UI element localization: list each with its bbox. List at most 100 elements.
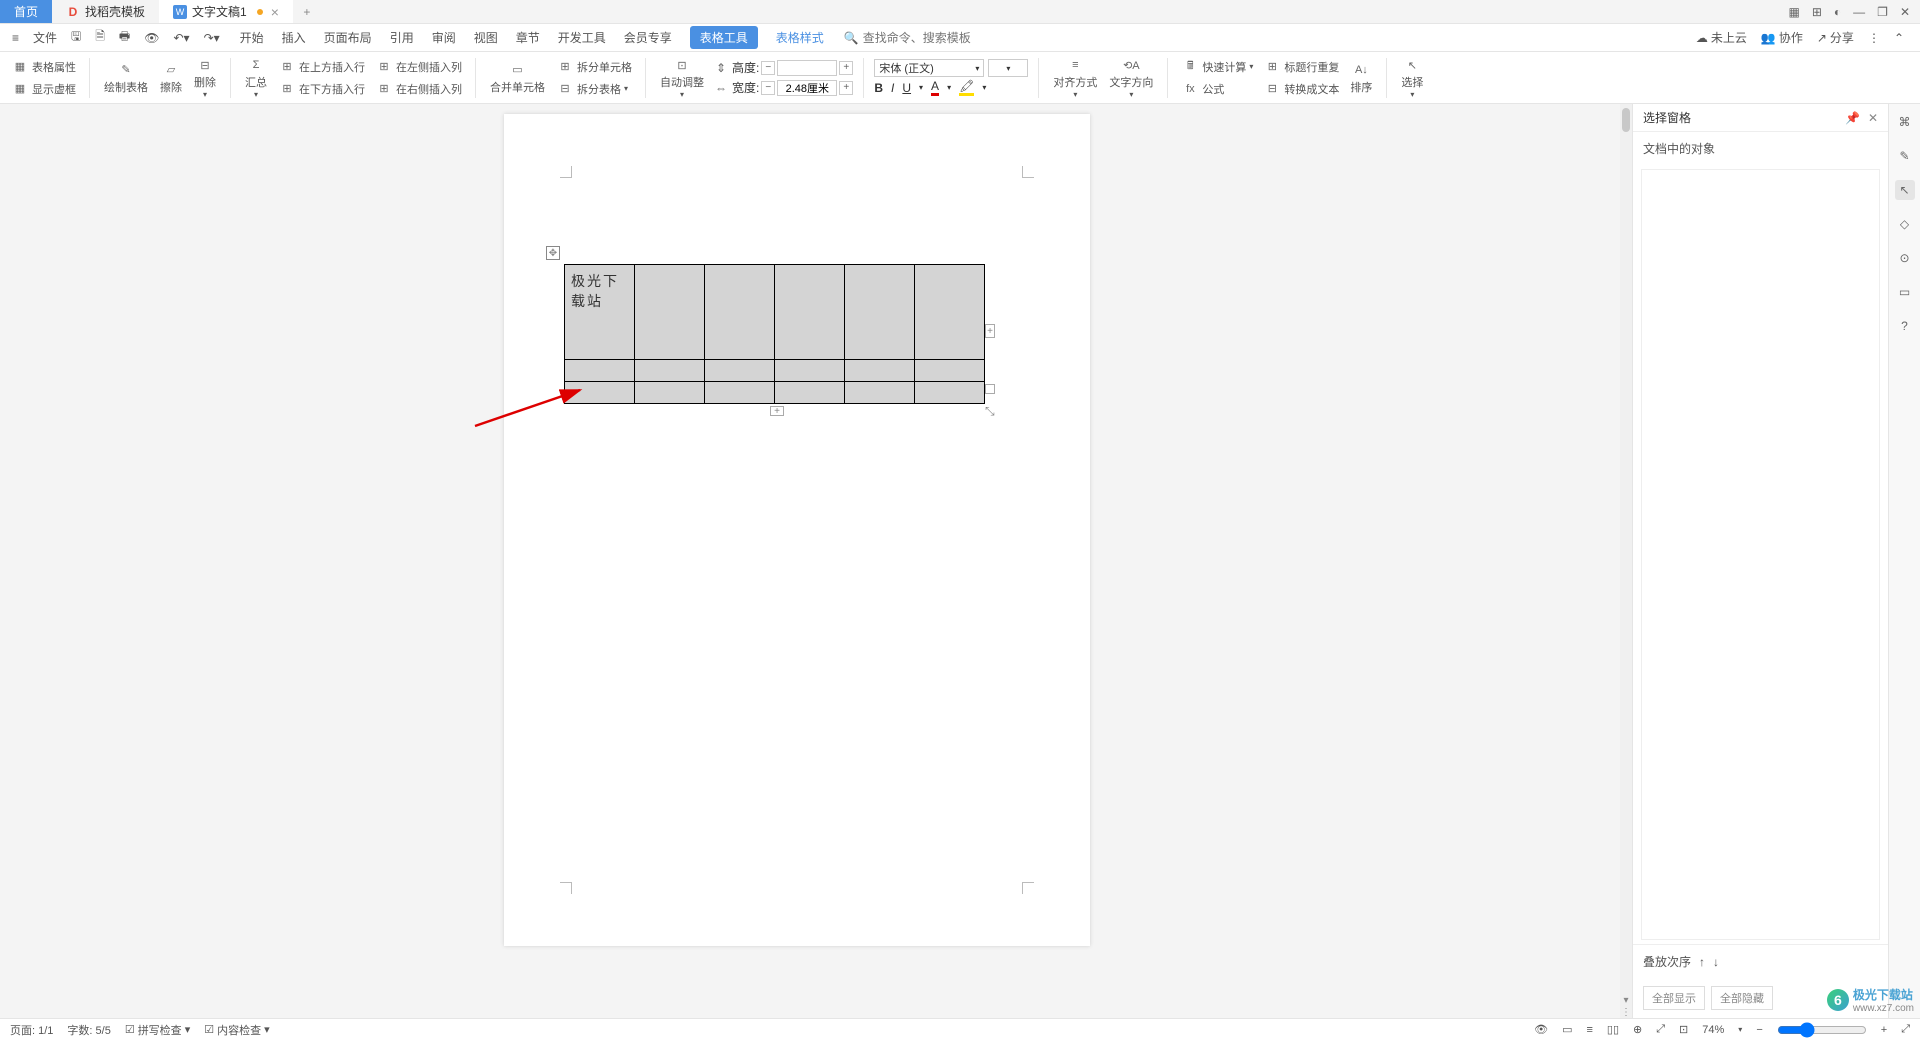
- book-icon[interactable]: ▭: [1895, 282, 1915, 302]
- add-column-handle[interactable]: +: [985, 324, 995, 338]
- tab-view[interactable]: 视图: [474, 29, 498, 46]
- spell-check[interactable]: ☑ 拼写检查 ▾: [125, 1022, 190, 1038]
- insert-below-button[interactable]: ⊞在下方插入行: [275, 79, 368, 99]
- header-repeat-button[interactable]: ⊞标题行重复: [1260, 57, 1342, 77]
- height-minus[interactable]: −: [761, 61, 775, 75]
- add-row-handle[interactable]: +: [770, 406, 784, 416]
- split-table-button[interactable]: ⊟拆分表格▾: [553, 79, 631, 99]
- move-down-icon[interactable]: ↓: [1713, 955, 1719, 969]
- font-size-select[interactable]: ▾: [988, 59, 1028, 77]
- delete-button[interactable]: ⊟删除▾: [190, 54, 220, 101]
- apps-icon[interactable]: ⊞: [1812, 5, 1822, 19]
- fit-icon[interactable]: ⊡: [1679, 1023, 1688, 1036]
- zoom-value[interactable]: 74%: [1702, 1024, 1724, 1036]
- tab-references[interactable]: 引用: [390, 29, 414, 46]
- width-input[interactable]: [777, 80, 837, 96]
- height-input[interactable]: [777, 60, 837, 76]
- table-cell-1-1[interactable]: 极光下载站: [565, 265, 635, 360]
- table-props-button[interactable]: ▦表格属性: [8, 57, 79, 77]
- to-text-button[interactable]: ⊟转换成文本: [1260, 79, 1342, 99]
- view-reading-icon[interactable]: ▯▯: [1607, 1023, 1619, 1036]
- share-button[interactable]: ↗分享: [1817, 29, 1854, 46]
- col-width-control[interactable]: ⇔ 宽度: − +: [712, 79, 853, 97]
- file-menu[interactable]: 文件: [29, 27, 61, 48]
- view-web-icon[interactable]: ⊕: [1633, 1023, 1642, 1036]
- word-count[interactable]: 字数: 5/5: [67, 1022, 110, 1038]
- scroll-thumb[interactable]: [1622, 108, 1630, 132]
- scroll-down-icon[interactable]: ▾: [1620, 994, 1632, 1006]
- maximize-button[interactable]: ❐: [1877, 5, 1888, 19]
- expand-icon[interactable]: ⤢: [1901, 1023, 1910, 1036]
- show-all-button[interactable]: 全部显示: [1643, 986, 1705, 1010]
- table-move-handle[interactable]: ✥: [546, 246, 560, 260]
- table-resize-corner[interactable]: ⤡: [985, 404, 995, 414]
- underline-button[interactable]: U: [902, 81, 911, 95]
- vertical-scrollbar[interactable]: ▴ ▾ ⋮: [1620, 104, 1632, 1018]
- collapse-ribbon-icon[interactable]: ⌃: [1894, 31, 1904, 45]
- quick-calc-button[interactable]: 🖩快速计算▾: [1178, 57, 1256, 77]
- content-check[interactable]: ☑ 内容检查 ▾: [204, 1022, 269, 1038]
- tab-chapter[interactable]: 章节: [516, 29, 540, 46]
- highlight-button[interactable]: 🖍: [959, 79, 974, 96]
- width-plus[interactable]: +: [839, 81, 853, 95]
- table-cell[interactable]: [635, 265, 705, 360]
- merge-cells-button[interactable]: ▭合并单元格: [486, 59, 549, 97]
- edit-icon[interactable]: ✎: [1895, 146, 1915, 166]
- location-icon[interactable]: ⊙: [1895, 248, 1915, 268]
- select-pane-icon[interactable]: ↖: [1895, 180, 1915, 200]
- menu-icon[interactable]: ≡: [8, 29, 23, 47]
- resize-handle[interactable]: [985, 384, 995, 394]
- table-cell[interactable]: [705, 265, 775, 360]
- sample-table[interactable]: 极光下载站: [564, 264, 985, 404]
- text-direction-button[interactable]: ⟲A文字方向▾: [1105, 54, 1157, 101]
- undo-icon[interactable]: ↶▾: [169, 29, 193, 47]
- tab-table-tools[interactable]: 表格工具: [690, 26, 758, 49]
- width-minus[interactable]: −: [761, 81, 775, 95]
- show-gridlines-button[interactable]: ▦显示虚框: [8, 79, 79, 99]
- save-as-icon[interactable]: 🗎: [91, 25, 109, 50]
- command-search[interactable]: 🔍: [844, 31, 983, 45]
- autofit-button[interactable]: ⊡自动调整▾: [656, 54, 708, 101]
- minimize-button[interactable]: —: [1853, 5, 1865, 19]
- font-select[interactable]: 宋体 (正文)▾: [874, 59, 984, 77]
- font-color-button[interactable]: A: [931, 79, 939, 96]
- tab-templates[interactable]: D 找稻壳模板: [52, 0, 159, 23]
- eye-icon[interactable]: 👁: [1534, 1023, 1548, 1036]
- page-counter[interactable]: 页面: 1/1: [10, 1022, 53, 1038]
- move-up-icon[interactable]: ↑: [1699, 955, 1705, 969]
- more-icon[interactable]: ⋮: [1868, 31, 1880, 45]
- split-cell-button[interactable]: ⊞拆分单元格: [553, 57, 635, 77]
- tab-add-button[interactable]: +: [293, 0, 321, 23]
- tab-document[interactable]: W 文字文稿1 ×: [159, 0, 293, 23]
- view-fullscreen-icon[interactable]: ⤢: [1656, 1023, 1665, 1036]
- hide-all-button[interactable]: 全部隐藏: [1711, 986, 1773, 1010]
- cloud-status[interactable]: ☁未上云: [1696, 29, 1747, 46]
- tab-review[interactable]: 审阅: [432, 29, 456, 46]
- row-height-control[interactable]: ⇕ 高度: − +: [712, 59, 853, 77]
- eraser-button[interactable]: ▱擦除: [156, 59, 186, 97]
- tab-insert[interactable]: 插入: [282, 29, 306, 46]
- view-outline-icon[interactable]: ≡: [1586, 1024, 1592, 1036]
- table-cell[interactable]: [845, 265, 915, 360]
- save-icon[interactable]: 🖫: [67, 25, 85, 50]
- table-cell[interactable]: [915, 265, 985, 360]
- scroll-menu-icon[interactable]: ⋮: [1620, 1006, 1632, 1018]
- layout-icon[interactable]: ▦: [1789, 5, 1800, 19]
- tab-member[interactable]: 会员专享: [624, 29, 672, 46]
- draw-table-button[interactable]: ✎绘制表格: [100, 59, 152, 97]
- tab-start[interactable]: 开始: [240, 29, 264, 46]
- select-button[interactable]: ↖选择▾: [1397, 54, 1427, 101]
- align-button[interactable]: ≡对齐方式▾: [1049, 54, 1101, 101]
- bold-button[interactable]: B: [874, 81, 883, 95]
- zoom-in-button[interactable]: +: [1881, 1024, 1887, 1036]
- insert-left-button[interactable]: ⊞在左侧插入列: [372, 57, 465, 77]
- panel-close-icon[interactable]: ✕: [1868, 111, 1878, 125]
- preview-icon[interactable]: 👁: [140, 29, 163, 47]
- zoom-out-button[interactable]: −: [1756, 1024, 1762, 1036]
- avatar-icon[interactable]: ◐: [1834, 5, 1841, 19]
- search-input[interactable]: [863, 31, 983, 45]
- style-icon[interactable]: ⌘: [1895, 112, 1915, 132]
- pin-icon[interactable]: 📌: [1845, 111, 1860, 125]
- tab-home[interactable]: 首页: [0, 0, 52, 23]
- tab-table-style[interactable]: 表格样式: [776, 29, 824, 46]
